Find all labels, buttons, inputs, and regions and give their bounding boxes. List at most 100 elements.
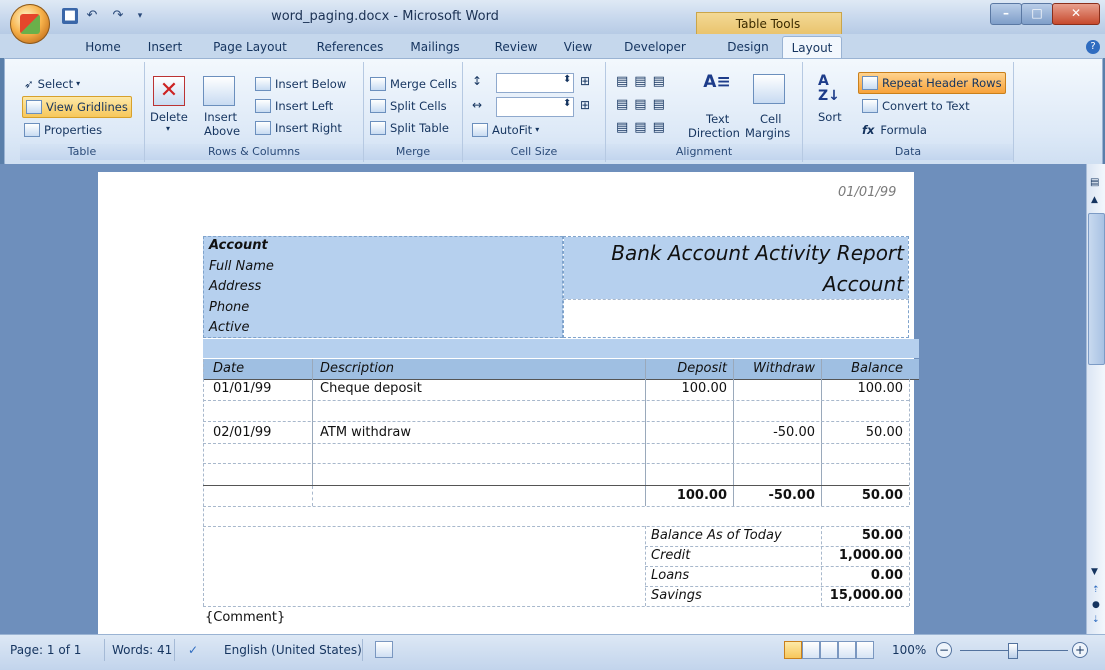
tab-review[interactable]: Review	[486, 36, 546, 58]
summary-value-credit: 1,000.00	[838, 548, 903, 563]
insert-above-label-2[interactable]: Above	[204, 124, 240, 138]
merge-cells-button[interactable]: Merge Cells	[370, 74, 457, 94]
comment-field: {Comment}	[205, 610, 286, 625]
properties-button[interactable]: Properties	[24, 120, 102, 140]
cell-margins-label-1[interactable]: Cell	[760, 112, 782, 126]
word-count[interactable]: Words: 41	[112, 643, 172, 657]
ruler-toggle-icon[interactable]: ▤	[1090, 177, 1099, 188]
zoom-slider-thumb[interactable]	[1008, 643, 1018, 659]
insert-above-label-1[interactable]: Insert	[204, 110, 237, 124]
insert-below-label: Insert Below	[275, 77, 347, 91]
row1-balance: 100.00	[857, 381, 904, 396]
scroll-up-icon[interactable]: ▲	[1091, 195, 1098, 205]
text-direction-label-2[interactable]: Direction	[688, 126, 740, 140]
align-bottom-icons[interactable]: ▤▤▤	[616, 120, 671, 135]
print-layout-view-icon[interactable]	[784, 641, 802, 659]
macro-record-icon[interactable]	[375, 641, 393, 658]
col-description: Description	[320, 361, 395, 376]
row-line	[203, 421, 909, 422]
align-top-icons[interactable]: ▤▤▤	[616, 74, 671, 89]
formula-icon: fx	[862, 123, 875, 137]
active-label: Active	[209, 320, 250, 335]
scroll-down-icon[interactable]: ▼	[1091, 567, 1098, 577]
convert-to-text-icon	[862, 99, 878, 113]
view-gridlines-button[interactable]: View Gridlines	[22, 96, 132, 118]
web-layout-icon[interactable]	[820, 641, 838, 659]
sort-icon[interactable]: A Z↓	[818, 74, 844, 106]
formula-button[interactable]: fx Formula	[862, 120, 927, 140]
tab-insert[interactable]: Insert	[140, 36, 190, 58]
row-height-spin-icon[interactable]: ⬍	[563, 74, 571, 85]
previous-page-icon[interactable]: ⇡	[1092, 585, 1100, 595]
tab-home[interactable]: Home	[78, 36, 128, 58]
tab-view[interactable]: View	[556, 36, 600, 58]
tab-mailings[interactable]: Mailings	[400, 36, 470, 58]
autofit-button[interactable]: AutoFit ▾	[472, 120, 539, 140]
row-line	[203, 443, 909, 444]
table-tools-label: Table Tools	[735, 17, 801, 31]
cursor-icon: ➶	[24, 77, 34, 91]
split-cells-button[interactable]: Split Cells	[370, 96, 447, 116]
close-button[interactable]: ✕	[1052, 3, 1100, 25]
table-left-edge	[203, 359, 204, 606]
scroll-thumb[interactable]	[1088, 213, 1105, 365]
table-bottom	[203, 606, 909, 607]
cell-margins-icon[interactable]	[753, 74, 785, 104]
outline-view-icon[interactable]	[838, 641, 856, 659]
office-button[interactable]	[10, 4, 50, 44]
row-height-icon: ↕	[472, 74, 483, 88]
cell-margins-label-2[interactable]: Margins	[745, 126, 790, 140]
page-count[interactable]: Page: 1 of 1	[10, 643, 81, 657]
delete-label[interactable]: Delete	[150, 110, 188, 124]
minimize-button[interactable]: –	[990, 3, 1022, 25]
repeat-header-rows-label: Repeat Header Rows	[882, 76, 1002, 90]
delete-dropdown-icon[interactable]: ▾	[166, 124, 170, 133]
autofit-icon	[472, 123, 488, 137]
maximize-button[interactable]: □	[1021, 3, 1053, 25]
select-button[interactable]: ➶ Select ▾	[24, 74, 80, 94]
insert-below-button[interactable]: Insert Below	[255, 74, 346, 94]
tab-layout[interactable]: Layout	[782, 36, 842, 59]
column-width-spin-icon[interactable]: ⬍	[563, 98, 571, 109]
merge-cells-icon	[370, 77, 386, 91]
summary-label-credit: Credit	[651, 548, 691, 563]
sort-label[interactable]: Sort	[818, 110, 842, 124]
insert-left-button[interactable]: Insert Left	[255, 96, 333, 116]
tab-page-layout[interactable]: Page Layout	[205, 36, 295, 58]
formula-label: Formula	[880, 123, 927, 137]
zoom-level[interactable]: 100%	[892, 643, 926, 657]
convert-to-text-button[interactable]: Convert to Text	[862, 96, 970, 116]
language[interactable]: English (United States)	[224, 643, 362, 657]
insert-right-button[interactable]: Insert Right	[255, 118, 342, 138]
align-middle-icons[interactable]: ▤▤▤	[616, 97, 671, 112]
zoom-in-button[interactable]: +	[1072, 642, 1088, 658]
repeat-header-rows-button[interactable]: Repeat Header Rows	[858, 72, 1006, 94]
insert-above-icon[interactable]	[203, 76, 235, 106]
next-page-icon[interactable]: ⇣	[1092, 615, 1100, 625]
status-separator	[174, 639, 175, 661]
full-screen-reading-icon[interactable]	[802, 641, 820, 659]
proofing-icon[interactable]: ✓	[188, 643, 198, 657]
summary-value-savings: 15,000.00	[829, 588, 903, 603]
draft-view-icon[interactable]	[856, 641, 874, 659]
row-line	[645, 546, 909, 547]
zoom-out-button[interactable]: −	[936, 642, 952, 658]
text-direction-icon[interactable]: A≡	[702, 72, 732, 100]
insert-right-label: Insert Right	[275, 121, 342, 135]
col-divider	[733, 359, 734, 486]
split-table-button[interactable]: Split Table	[370, 118, 449, 138]
distribute-rows-icon[interactable]: ⊞	[580, 74, 596, 90]
browse-object-icon[interactable]: ●	[1092, 600, 1100, 610]
text-direction-label-1[interactable]: Text	[706, 112, 729, 126]
col-date: Date	[213, 361, 245, 376]
view-gridlines-label: View Gridlines	[46, 100, 128, 114]
help-icon[interactable]: ?	[1086, 40, 1100, 54]
tab-references[interactable]: References	[305, 36, 395, 58]
row1-description: Cheque deposit	[320, 381, 422, 396]
distribute-columns-icon[interactable]: ⊞	[580, 98, 596, 114]
delete-icon[interactable]: ✕	[153, 76, 185, 106]
tab-design[interactable]: Design	[720, 36, 776, 58]
account-label: Account	[209, 238, 268, 253]
tab-developer[interactable]: Developer	[615, 36, 695, 58]
group-label-table: Table	[20, 144, 144, 160]
